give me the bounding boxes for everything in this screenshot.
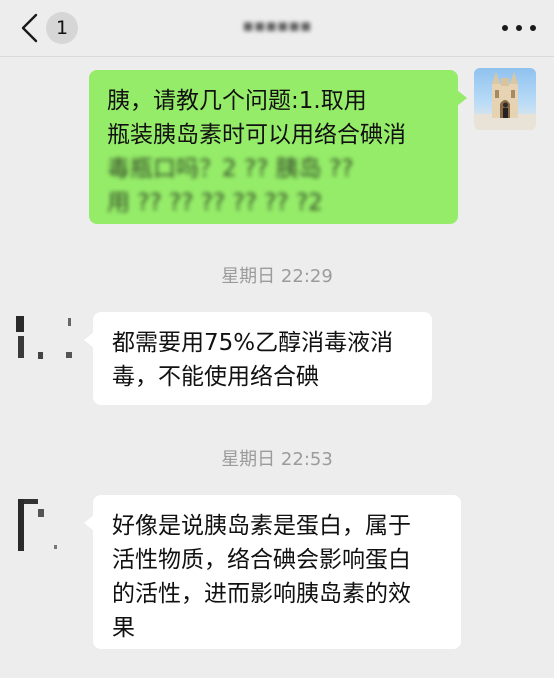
message-bubble-self[interactable]: 胰，请教几个问题:1.取用 瓶装胰岛素时可以用络合碘消 毒瓶口吗？2 ?? 胰岛…	[89, 70, 467, 224]
self-avatar[interactable]	[474, 68, 536, 130]
message-line: 毒，不能使用络合碘	[112, 364, 319, 390]
message-bubble-other[interactable]: 都需要用75%乙醇消毒液消 毒，不能使用络合碘	[84, 312, 432, 405]
message-line: 好像是说胰岛素是蛋白，属于	[112, 513, 411, 539]
message-line: 果	[112, 615, 135, 641]
more-button[interactable]	[502, 14, 536, 42]
contact-avatar[interactable]	[14, 495, 76, 557]
chat-title: ▪▪▪▪▪▪	[242, 16, 312, 36]
message-line: 胰，请教几个问题:1.取用	[107, 88, 367, 114]
timestamp: 星期日 22:53	[221, 449, 333, 470]
chat-header: 1 ▪▪▪▪▪▪	[0, 0, 554, 57]
message-line: 活性物质，络合碘会影响蛋白	[112, 547, 411, 573]
message-line: 毒瓶口吗？2 ?? 胰岛 ??	[107, 156, 354, 182]
message-bubble-other[interactable]: 好像是说胰岛素是蛋白，属于 活性物质，络合碘会影响蛋白 的活性，进而影响胰岛素的…	[84, 495, 461, 649]
message-line: 都需要用75%乙醇消毒液消	[112, 330, 394, 356]
message-line: 的活性，进而影响胰岛素的效	[112, 581, 411, 607]
message-line: 用 ?? ?? ?? ?? ?? ?2	[107, 190, 323, 216]
contact-avatar[interactable]	[14, 312, 76, 374]
timestamp: 星期日 22:29	[221, 266, 333, 287]
message-line: 瓶装胰岛素时可以用络合碘消	[107, 122, 406, 148]
more-dots-icon	[502, 25, 508, 31]
